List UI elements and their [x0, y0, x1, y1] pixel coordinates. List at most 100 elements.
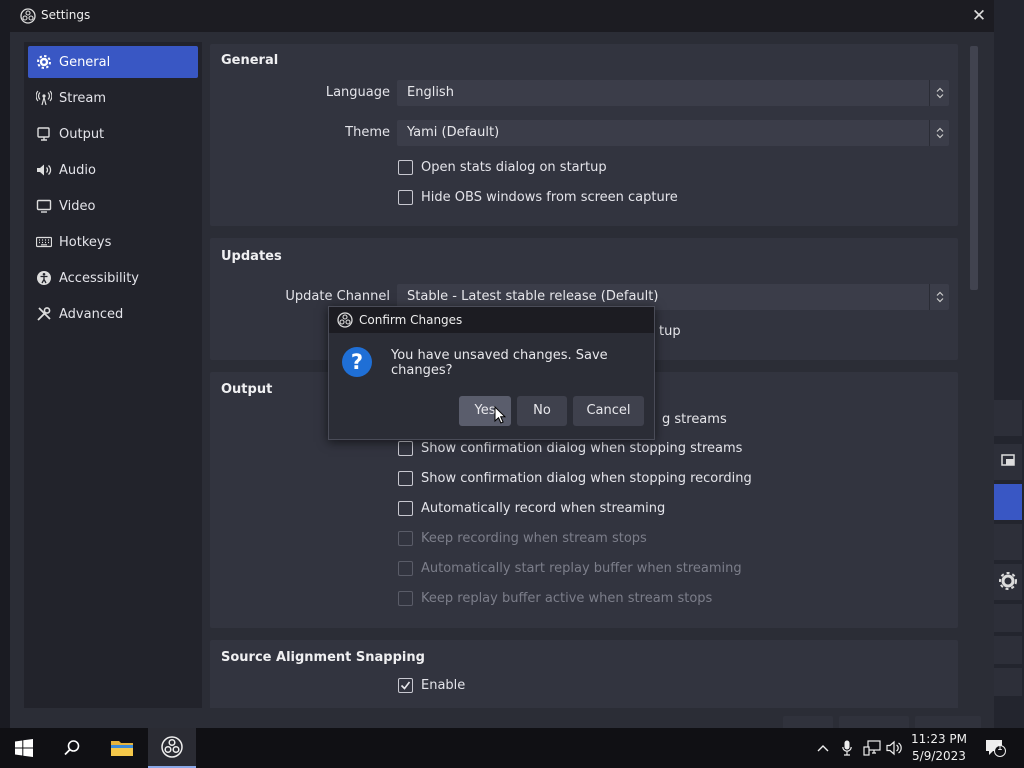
background-panel	[994, 668, 1022, 696]
open-stats-checkbox[interactable]: Open stats dialog on startup	[398, 160, 607, 175]
confirm-changes-dialog: Confirm Changes ? You have unsaved chang…	[328, 306, 655, 440]
cancel-button[interactable]: Cancel	[573, 396, 644, 426]
chevron-up-icon[interactable]	[814, 728, 832, 768]
spin-arrows-icon	[929, 284, 949, 310]
sidebar-item-label: Advanced	[59, 306, 124, 322]
sidebar-item-label: Accessibility	[59, 270, 139, 286]
general-group: General Language English Theme Yami (Def…	[210, 44, 958, 226]
checkbox-box	[398, 160, 413, 175]
update-channel-value: Stable - Latest stable release (Default)	[407, 289, 659, 304]
keep-replay-checkbox: Keep replay buffer active when stream st…	[398, 591, 712, 606]
checkbox-box	[398, 501, 413, 516]
sidebar-item-label: Hotkeys	[59, 234, 112, 250]
scrollbar-thumb[interactable]	[970, 46, 978, 290]
checkbox-label: Show confirmation dialog when stopping s…	[421, 441, 743, 456]
group-title: Updates	[221, 249, 282, 264]
theme-value: Yami (Default)	[407, 125, 500, 140]
file-explorer-icon[interactable]	[98, 728, 146, 768]
mouse-cursor-icon	[494, 406, 506, 424]
microphone-icon[interactable]	[838, 728, 856, 768]
sidebar-item-advanced[interactable]: Advanced	[28, 298, 198, 330]
background-panel	[994, 604, 1022, 632]
partial-checkbox-label: g streams	[662, 412, 727, 427]
clock-time: 11:23 PM	[911, 732, 967, 746]
checkbox-label: Automatically start replay buffer when s…	[421, 561, 742, 576]
volume-icon[interactable]	[884, 728, 904, 768]
update-channel-label: Update Channel	[285, 289, 390, 304]
notification-count: 1	[997, 743, 1003, 753]
sidebar-item-label: Stream	[59, 90, 107, 106]
background-selected-item[interactable]	[994, 484, 1022, 520]
no-button[interactable]: No	[517, 396, 567, 426]
checkbox-label: Automatically record when streaming	[421, 501, 666, 516]
language-select[interactable]: English	[397, 80, 949, 106]
system-clock[interactable]: 11:23 PM 5/9/2023	[906, 731, 972, 765]
windows-start-icon[interactable]	[0, 728, 48, 768]
checkbox-label: Hide OBS windows from screen capture	[421, 190, 678, 205]
dialog-title: Confirm Changes	[359, 313, 463, 327]
spin-arrows-icon	[929, 120, 949, 146]
group-title: Output	[221, 382, 273, 397]
dialog-title-bar: Confirm Changes	[329, 307, 654, 333]
close-icon[interactable]: ✕	[964, 3, 994, 29]
obs-taskbar-icon[interactable]	[148, 728, 196, 768]
checkbox-box	[398, 190, 413, 205]
checkbox-box	[398, 591, 413, 606]
speaker-icon	[36, 162, 52, 178]
checkbox-box	[398, 471, 413, 486]
hide-obs-checkbox[interactable]: Hide OBS windows from screen capture	[398, 190, 678, 205]
background-panel	[994, 524, 1022, 560]
sidebar-item-label: Video	[59, 198, 96, 214]
taskbar: 11:23 PM 5/9/2023 1	[0, 728, 1024, 768]
accessibility-icon	[36, 270, 52, 286]
question-icon: ?	[342, 347, 372, 377]
gear-icon[interactable]	[994, 564, 1022, 600]
antenna-icon	[36, 90, 52, 106]
checkbox-label: Show confirmation dialog when stopping r…	[421, 471, 752, 486]
checkbox-box	[398, 561, 413, 576]
sidebar-item-output[interactable]: Output	[28, 118, 198, 150]
spin-arrows-icon	[929, 80, 949, 106]
background-panel	[994, 400, 1022, 436]
checkbox-box	[398, 441, 413, 456]
notification-icon[interactable]: 1	[978, 728, 1012, 768]
search-icon[interactable]	[48, 728, 96, 768]
obs-logo-icon	[337, 312, 353, 328]
sidebar-item-label: Audio	[59, 162, 96, 178]
sidebar-item-hotkeys[interactable]: Hotkeys	[28, 226, 198, 258]
network-icon[interactable]	[860, 728, 884, 768]
language-value: English	[407, 85, 454, 100]
auto-replay-checkbox: Automatically start replay buffer when s…	[398, 561, 742, 576]
snapping-group: Source Alignment Snapping Enable	[210, 640, 958, 708]
language-label: Language	[325, 85, 390, 100]
checkbox-box	[398, 531, 413, 546]
checkbox-label: Keep recording when stream stops	[421, 531, 647, 546]
theme-select[interactable]: Yami (Default)	[397, 120, 949, 146]
obs-logo-icon	[20, 8, 36, 24]
sidebar-item-label: Output	[59, 126, 105, 142]
sidebar-item-audio[interactable]: Audio	[28, 154, 198, 186]
keyboard-icon	[36, 234, 52, 250]
auto-record-checkbox[interactable]: Automatically record when streaming	[398, 501, 665, 516]
gear-icon	[36, 54, 52, 70]
sidebar-item-general[interactable]: General	[28, 46, 198, 78]
sidebar-item-stream[interactable]: Stream	[28, 82, 198, 114]
scene-collection-icon[interactable]	[994, 444, 1022, 480]
snapping-enable-checkbox[interactable]: Enable	[398, 678, 465, 693]
checkbox-label: Open stats dialog on startup	[421, 160, 607, 175]
background-panel	[994, 636, 1022, 664]
confirm-stop-streams-checkbox[interactable]: Show confirmation dialog when stopping s…	[398, 441, 742, 456]
sidebar-item-video[interactable]: Video	[28, 190, 198, 222]
checkbox-label: Enable	[421, 678, 466, 693]
settings-sidebar: General Stream Output Audio Video Hotkey…	[24, 42, 202, 708]
tools-icon	[36, 306, 52, 322]
monitor-icon	[36, 198, 52, 214]
keep-recording-checkbox: Keep recording when stream stops	[398, 531, 647, 546]
theme-label: Theme	[345, 125, 390, 140]
settings-scrollbar[interactable]	[968, 42, 980, 708]
output-icon	[36, 126, 52, 142]
group-title: Source Alignment Snapping	[221, 650, 425, 665]
clock-date: 5/9/2023	[912, 749, 966, 763]
sidebar-item-accessibility[interactable]: Accessibility	[28, 262, 198, 294]
confirm-stop-recording-checkbox[interactable]: Show confirmation dialog when stopping r…	[398, 471, 752, 486]
